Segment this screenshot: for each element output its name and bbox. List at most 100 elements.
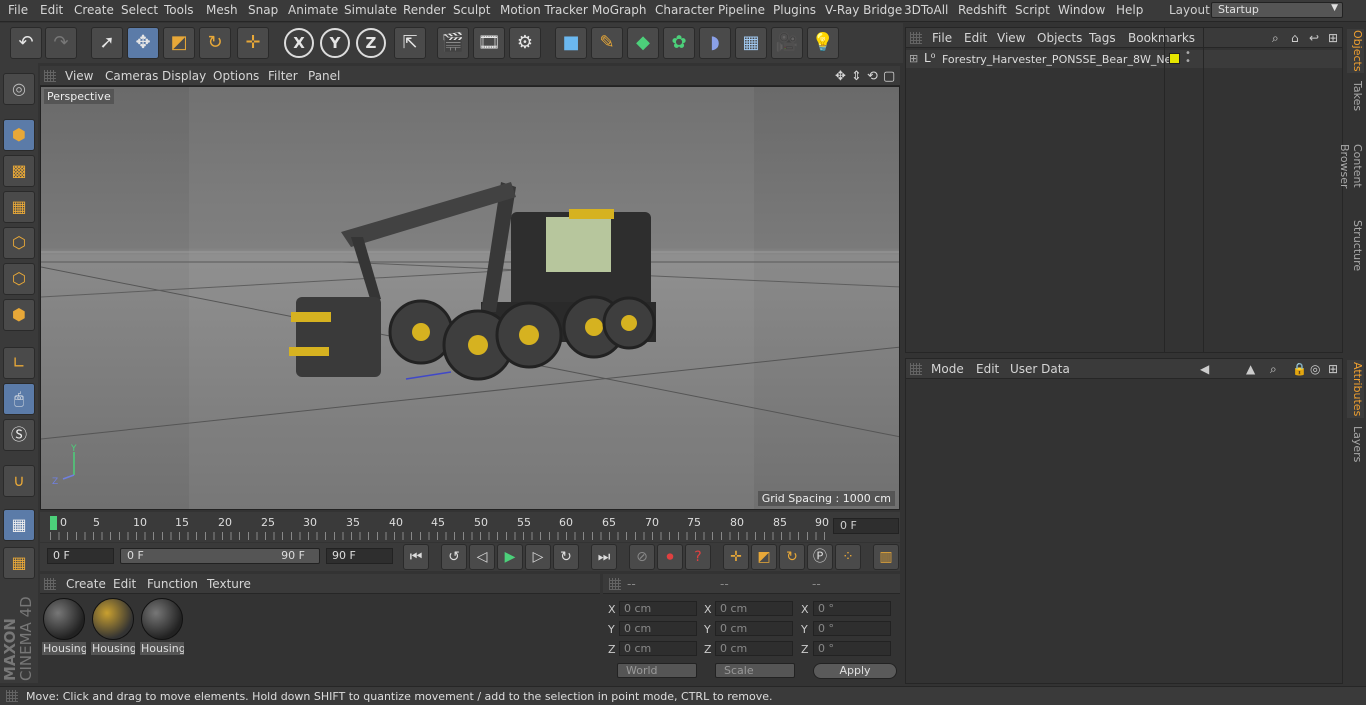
tab-structure[interactable]: Structure [1347, 219, 1364, 273]
grip-icon[interactable] [910, 363, 922, 375]
viewport-menu-panel[interactable]: Panel [308, 69, 340, 83]
key-parameter-icon[interactable]: Ⓟ [807, 544, 833, 570]
search-icon[interactable]: ⌕ [1272, 31, 1279, 46]
render-settings-icon[interactable]: ⚙ [509, 27, 541, 59]
solo-mode-icon[interactable]: Ⓢ [3, 419, 35, 451]
x-axis-lock-icon[interactable]: X [284, 28, 314, 58]
scale-tool-icon[interactable]: ◩ [163, 27, 195, 59]
start-frame-field[interactable]: 0 F [47, 548, 114, 564]
material-menu-edit[interactable]: Edit [113, 577, 136, 591]
render-view-icon[interactable]: 🎬 [437, 27, 469, 59]
menu-pipeline[interactable]: Pipeline [718, 3, 765, 17]
points-mode-icon[interactable]: ⬡ [3, 227, 35, 259]
rotate-tool-icon[interactable]: ↻ [199, 27, 231, 59]
live-selection-icon[interactable]: ➚ [91, 27, 123, 59]
grip-icon[interactable] [609, 578, 621, 590]
attribute-menu-mode[interactable]: Mode [931, 362, 964, 376]
next-key-icon[interactable]: ↻ [553, 544, 579, 570]
go-to-start-icon[interactable]: ⏮ [403, 544, 429, 570]
viewport-rotate-icon[interactable]: ⟲ [867, 69, 878, 84]
back-icon[interactable]: ↩ [1309, 31, 1319, 45]
new-panel-icon[interactable]: ⊞ [1328, 31, 1338, 45]
menu-help[interactable]: Help [1116, 3, 1143, 17]
pos-z-field[interactable]: 0 cm [619, 641, 697, 656]
object-menu-tags[interactable]: Tags [1089, 31, 1116, 45]
motion-record-icon[interactable]: ⊘ [629, 544, 655, 570]
up-arrow-icon[interactable]: ▲ [1246, 362, 1255, 376]
menu-snap[interactable]: Snap [248, 3, 278, 17]
pen-spline-icon[interactable]: ✎ [591, 27, 623, 59]
subdivision-icon[interactable]: ◆ [627, 27, 659, 59]
undo-icon[interactable]: ↶ [10, 27, 42, 59]
lock-icon[interactable]: 🔒 [1292, 362, 1307, 376]
menu-animate[interactable]: Animate [288, 3, 338, 17]
grip-icon[interactable] [910, 32, 922, 44]
next-frame-icon[interactable]: ▷ [525, 544, 551, 570]
locked-workplane-icon[interactable]: ▦ [3, 547, 35, 579]
menu-simulate[interactable]: Simulate [344, 3, 397, 17]
edges-mode-icon[interactable]: ⬡ [3, 263, 35, 295]
target-icon[interactable]: ◎ [1310, 362, 1320, 376]
viewport-maximize-icon[interactable]: ▢ [883, 69, 895, 84]
material-menu-texture[interactable]: Texture [207, 577, 251, 591]
menu-tools[interactable]: Tools [164, 3, 194, 17]
workplane-lock-icon[interactable]: ▦ [3, 509, 35, 541]
layout-select[interactable]: Startup ▼ [1211, 2, 1343, 18]
previous-frame-icon[interactable]: ◁ [469, 544, 495, 570]
viewport-menu-filter[interactable]: Filter [268, 69, 298, 83]
previous-key-icon[interactable]: ↺ [441, 544, 467, 570]
key-scale-icon[interactable]: ◩ [751, 544, 777, 570]
menu-character[interactable]: Character [655, 3, 714, 17]
size-z-field[interactable]: 0 cm [715, 641, 793, 656]
deformer-icon[interactable]: ◗ [699, 27, 731, 59]
viewport-pan-icon[interactable]: ✥ [835, 69, 846, 84]
rot-y-field[interactable]: 0 ° [813, 621, 891, 636]
playhead[interactable] [50, 516, 57, 530]
object-menu-bookmarks[interactable]: Bookmarks [1128, 31, 1195, 45]
tab-content-browser[interactable]: Content Browser [1338, 122, 1364, 210]
frame-range-slider[interactable]: 0 F 90 F [120, 548, 320, 564]
material-item[interactable]: Housing [91, 598, 135, 658]
menu-file[interactable]: File [8, 3, 28, 17]
autokey-icon[interactable]: ? [685, 544, 711, 570]
object-menu-file[interactable]: File [932, 31, 952, 45]
object-name[interactable]: Forestry_Harvester_PONSSE_Bear_8W_New [942, 53, 1180, 66]
viewport-menu-cameras[interactable]: Cameras [105, 69, 158, 83]
attribute-menu-user-data[interactable]: User Data [1010, 362, 1070, 376]
grip-icon[interactable] [44, 70, 56, 82]
menu-motion-tracker[interactable]: Motion Tracker [500, 3, 588, 17]
y-axis-lock-icon[interactable]: Y [320, 28, 350, 58]
menu-3dtoall[interactable]: 3DToAll [904, 3, 948, 17]
menu-mesh[interactable]: Mesh [206, 3, 238, 17]
menu-vray-bridge[interactable]: V-Ray Bridge [825, 3, 902, 17]
back-arrow-icon[interactable]: ◀ [1200, 362, 1209, 376]
object-menu-view[interactable]: View [997, 31, 1025, 45]
cloner-icon[interactable]: ✿ [663, 27, 695, 59]
material-item[interactable]: Housing [42, 598, 86, 658]
material-item[interactable]: Housing [140, 598, 184, 658]
tab-takes[interactable]: Takes [1347, 79, 1364, 113]
make-editable-icon[interactable]: ◎ [3, 73, 35, 105]
polygons-mode-icon[interactable]: ⬢ [3, 299, 35, 331]
pos-y-field[interactable]: 0 cm [619, 621, 697, 636]
material-menu-function[interactable]: Function [147, 577, 198, 591]
timeline-window-icon[interactable]: ▥ [873, 544, 899, 570]
size-y-field[interactable]: 0 cm [715, 621, 793, 636]
object-row[interactable]: ⊞ L⁰ Forestry_Harvester_PONSSE_Bear_8W_N… [906, 28, 1342, 353]
apply-button[interactable]: Apply [813, 663, 897, 679]
menu-edit[interactable]: Edit [40, 3, 63, 17]
viewport-zoom-icon[interactable]: ⇕ [851, 69, 862, 84]
menu-sculpt[interactable]: Sculpt [453, 3, 490, 17]
redo-icon[interactable]: ↷ [45, 27, 77, 59]
menu-create[interactable]: Create [74, 3, 114, 17]
go-to-end-icon[interactable]: ⏭ [591, 544, 617, 570]
model-mode-icon[interactable]: ⬢ [3, 119, 35, 151]
viewport-menu-view[interactable]: View [65, 69, 93, 83]
expand-icon[interactable]: ⊞ [909, 52, 918, 65]
menu-mograph[interactable]: MoGraph [592, 3, 647, 17]
camera-icon[interactable]: 🎥 [771, 27, 803, 59]
attribute-menu-edit[interactable]: Edit [976, 362, 999, 376]
visibility-dots-icon[interactable]: • • [1185, 49, 1191, 67]
key-rotation-icon[interactable]: ↻ [779, 544, 805, 570]
tweak-mode-icon[interactable]: 🖱 [3, 383, 35, 415]
